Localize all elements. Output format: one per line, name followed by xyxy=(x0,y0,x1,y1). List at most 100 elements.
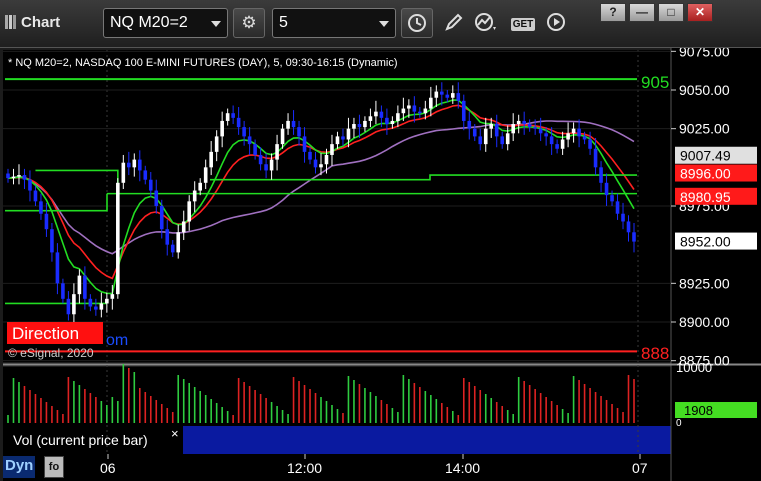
studies-button[interactable] xyxy=(470,8,502,38)
volume-bar xyxy=(633,379,635,423)
volume-bar xyxy=(243,382,245,423)
candle-body xyxy=(50,229,54,253)
help-label: ? xyxy=(609,5,617,19)
volume-bar xyxy=(133,372,136,423)
chart-area[interactable]: 9075.00 9050.00 9025.00 8975.00 8925.00 8900.… xyxy=(0,43,761,481)
volume-bar xyxy=(441,403,443,423)
candle-body xyxy=(599,167,603,183)
symbol-settings-button[interactable]: ⚙ xyxy=(233,8,265,38)
symbol-combo[interactable]: NQ M20=2 xyxy=(103,8,228,38)
get-button[interactable]: GET xyxy=(506,8,540,38)
candle-body xyxy=(11,176,16,179)
candle-body xyxy=(352,124,356,129)
candle-body xyxy=(159,206,164,230)
volume-bar xyxy=(287,414,289,423)
candle-body xyxy=(143,170,148,180)
candle-body xyxy=(137,159,142,171)
candle-body xyxy=(192,190,197,202)
candle-body xyxy=(247,136,252,145)
volume-bar xyxy=(528,385,531,423)
candle-body xyxy=(560,139,565,149)
candle-body xyxy=(450,93,455,98)
candle-body xyxy=(324,154,329,165)
candle-body xyxy=(44,213,49,230)
candle-body xyxy=(220,120,224,137)
candle-body xyxy=(88,298,93,307)
volume-bar xyxy=(336,409,339,423)
volume-bar xyxy=(237,378,240,423)
chart-canvas[interactable]: 9075.009050.009025.008975.008925.008900.… xyxy=(0,43,761,481)
candle-body xyxy=(110,294,115,299)
candle-body xyxy=(429,97,433,109)
time-tick-06: 06 xyxy=(100,460,116,476)
candle-body xyxy=(121,162,126,183)
volume-bar xyxy=(342,413,344,423)
volume-bar xyxy=(18,382,20,423)
candle-body xyxy=(335,136,340,145)
close-button[interactable]: ✕ xyxy=(687,3,713,22)
volume-bar xyxy=(45,402,48,423)
symbol-dropdown-icon[interactable] xyxy=(211,21,221,27)
link-icon-label: fo xyxy=(48,461,60,473)
draw-tool-button[interactable] xyxy=(438,8,470,38)
direction-label: Direction xyxy=(12,324,79,343)
volume-bar xyxy=(545,397,547,423)
volume-bar xyxy=(446,407,449,423)
link-icon[interactable]: fo xyxy=(44,456,64,478)
close-icon: ✕ xyxy=(694,5,706,19)
volume-bar xyxy=(386,404,388,423)
gear-icon: ⚙ xyxy=(241,13,257,32)
candle-body xyxy=(538,128,543,134)
candle-body xyxy=(472,128,477,137)
volume-bar xyxy=(40,398,42,423)
interval-dropdown-icon[interactable] xyxy=(379,21,389,27)
volume-bar xyxy=(567,413,569,423)
candle-body xyxy=(236,117,241,128)
vol-close-icon[interactable]: × xyxy=(171,426,179,441)
volume-bar xyxy=(144,392,147,423)
help-button[interactable]: ? xyxy=(600,3,626,22)
candle-body xyxy=(505,133,510,145)
candle-body xyxy=(127,162,131,168)
time-template-button[interactable] xyxy=(401,8,433,38)
candle-body xyxy=(544,133,548,137)
chart-header: * NQ M20=2, NASDAQ 100 E-MINI FUTURES (D… xyxy=(8,57,398,69)
volume-bar xyxy=(457,415,460,423)
playback-button[interactable] xyxy=(540,8,572,38)
volume-bar xyxy=(221,407,223,423)
candle-body xyxy=(396,113,400,121)
candle-body xyxy=(154,190,159,206)
volume-bar xyxy=(435,399,438,423)
candle-body xyxy=(94,306,98,310)
price-labels: 9007.49 8996.00 8980.95 8952.00 xyxy=(675,146,757,250)
candle-body xyxy=(302,136,307,152)
candle-body xyxy=(187,201,192,222)
volume-bar xyxy=(95,397,97,423)
price-tick-label: 9075.00 xyxy=(679,48,730,59)
time-tick-1400: 14:00 xyxy=(445,460,480,476)
volume-bar xyxy=(314,393,317,423)
candle-body xyxy=(385,117,389,125)
dyn-label: Dyn xyxy=(5,457,34,474)
candle-body xyxy=(297,127,301,137)
vol-axis-bottom: 0 xyxy=(676,418,682,429)
vol-blue-strip xyxy=(183,426,671,454)
candle-body xyxy=(39,201,43,214)
volume-bar xyxy=(430,395,432,423)
interval-combo[interactable]: 5 xyxy=(272,8,396,38)
volume-bar xyxy=(177,375,180,423)
volume-bar xyxy=(539,393,542,423)
dyn-button[interactable]: Dyn xyxy=(3,456,36,478)
candle-body xyxy=(291,120,296,128)
volume-bar xyxy=(517,377,520,423)
price-tick-label: 9025.00 xyxy=(679,121,730,137)
volume-bar xyxy=(210,399,212,423)
chart-toolbar: Chart NQ M20=2 ⚙ 5 GET ? — □ ✕ xyxy=(0,0,761,48)
candle-body xyxy=(313,159,318,168)
candle-body xyxy=(28,179,32,191)
volume-bar xyxy=(160,404,163,423)
minimize-button[interactable]: — xyxy=(629,3,655,22)
volume-bar xyxy=(34,394,37,423)
price-tick-label: 9050.00 xyxy=(679,82,730,98)
restore-button[interactable]: □ xyxy=(658,3,684,22)
